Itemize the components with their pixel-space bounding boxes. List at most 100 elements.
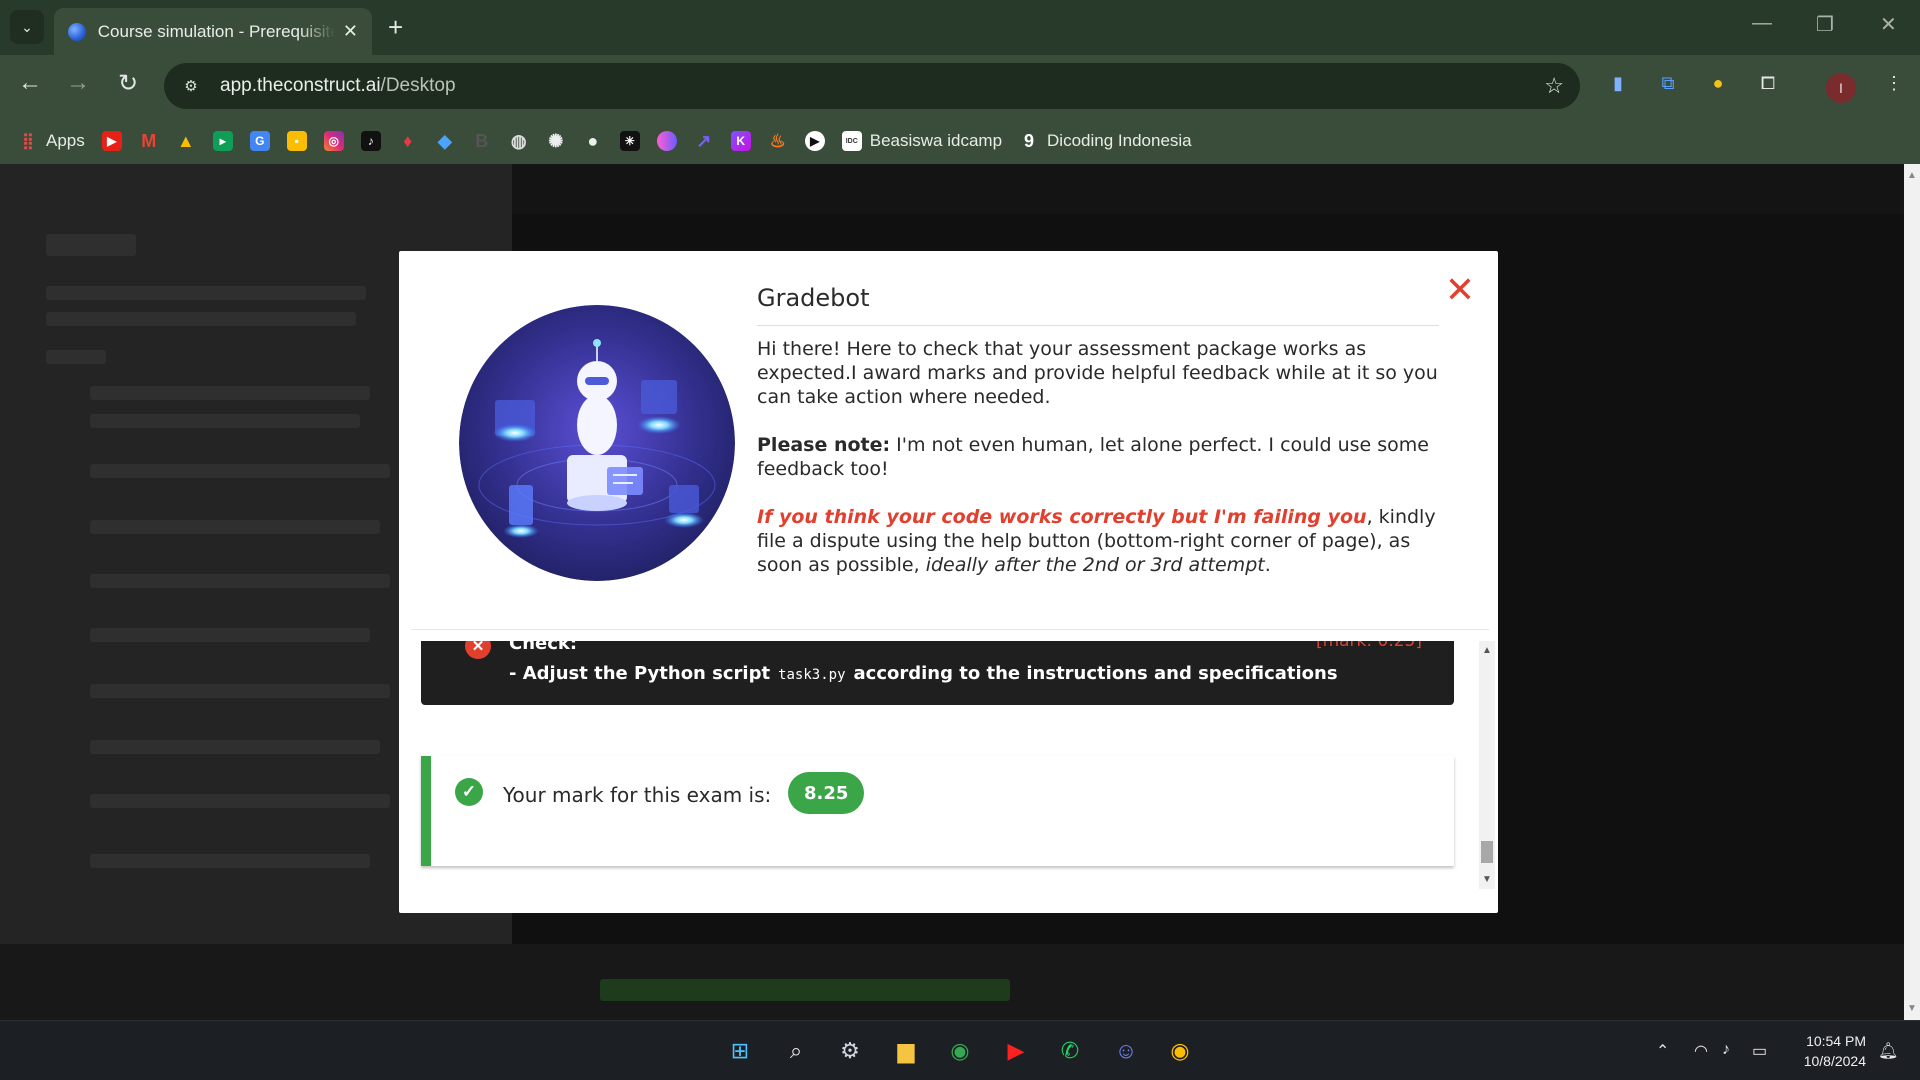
file-explorer-icon[interactable]: ▆ bbox=[888, 1033, 924, 1069]
bookmark-dicoding[interactable]: 9 Dicoding Indonesia bbox=[1019, 126, 1192, 156]
desktop-toolbar bbox=[512, 164, 1904, 214]
results-scrollbar[interactable]: ▲ ▼ bbox=[1479, 641, 1495, 889]
bookmark-gradient[interactable] bbox=[656, 126, 677, 156]
bookmark-dicoding-label: Dicoding Indonesia bbox=[1047, 131, 1192, 150]
blur-line bbox=[46, 286, 366, 300]
blur-line bbox=[90, 684, 390, 698]
blur-line bbox=[46, 350, 106, 364]
modal-close-icon[interactable]: ✕ bbox=[1442, 273, 1478, 309]
bookmark-meet[interactable]: ▸ bbox=[212, 126, 233, 156]
bookmark-perplexity[interactable]: ✳ bbox=[619, 126, 640, 156]
tiktok-icon: ♪ bbox=[360, 131, 381, 151]
meet-icon: ▸ bbox=[212, 131, 233, 151]
openai-icon: ✺ bbox=[548, 130, 564, 151]
clock-time: 10:54 PM bbox=[1806, 1033, 1866, 1049]
bookmark-gmail[interactable]: M bbox=[139, 126, 159, 156]
bookmark-globe[interactable]: ◍ bbox=[509, 126, 529, 156]
scroll-up-icon[interactable]: ▲ bbox=[1907, 170, 1917, 181]
volume-icon[interactable]: ♪ bbox=[1722, 1041, 1730, 1059]
gmail-icon: M bbox=[141, 130, 157, 151]
bookmark-drive[interactable]: ▲ bbox=[176, 126, 196, 156]
blur-line bbox=[90, 414, 360, 428]
bookmark-beasiswa[interactable]: IDC Beasiswa idcamp bbox=[841, 126, 1003, 156]
discord-icon[interactable]: ☺ bbox=[1108, 1033, 1144, 1069]
restore-icon[interactable]: ❐ bbox=[1816, 12, 1834, 37]
battery-icon[interactable]: ▭ bbox=[1752, 1041, 1767, 1061]
bookmark-heart[interactable]: ♦ bbox=[398, 126, 418, 156]
back-icon[interactable]: ← bbox=[14, 69, 46, 97]
dispute-paragraph: If you think your code works correctly b… bbox=[757, 505, 1447, 577]
kotlin-icon: K bbox=[730, 131, 751, 151]
windows-start-icon[interactable]: ⊞ bbox=[722, 1033, 758, 1069]
check-line-post: according to the instructions and specif… bbox=[853, 663, 1338, 684]
final-mark-card: ✓ Your mark for this exam is: 8.25 bbox=[421, 756, 1454, 866]
bookmark-play[interactable]: ▶ bbox=[804, 126, 825, 156]
extensions-puzzle-icon[interactable]: ⧠ bbox=[1754, 69, 1782, 97]
bookmark-apps[interactable]: ⣿ Apps bbox=[18, 126, 85, 156]
youtube-icon: ▶ bbox=[101, 131, 122, 151]
idea-extension-icon[interactable]: ● bbox=[1704, 69, 1732, 97]
globe-icon: ◍ bbox=[510, 130, 527, 151]
bookmark-github[interactable]: ● bbox=[583, 126, 603, 156]
chrome-icon[interactable]: ◉ bbox=[942, 1033, 978, 1069]
bookmark-star-icon[interactable]: ☆ bbox=[1544, 73, 1564, 99]
tray-chevron-icon[interactable]: ⌃ bbox=[1656, 1041, 1669, 1061]
results-scroll-area[interactable]: ✕ Check: [mark: 0.25] - Adjust the Pytho… bbox=[399, 641, 1498, 906]
reader-extension-icon[interactable]: ▮ bbox=[1604, 69, 1632, 97]
window-close-icon[interactable]: ✕ bbox=[1880, 12, 1897, 37]
reload-icon[interactable]: ↻ bbox=[112, 69, 144, 98]
heart-gem-icon: ♦ bbox=[403, 130, 413, 151]
url-path: /Desktop bbox=[380, 75, 456, 96]
clock-date: 10/8/2024 bbox=[1803, 1053, 1866, 1069]
bookmark-kotlin[interactable]: K bbox=[730, 126, 751, 156]
script-filename: task3.py bbox=[778, 667, 846, 683]
system-clock[interactable]: 10:54 PM 10/8/2024 bbox=[1790, 1031, 1866, 1071]
bookmarks-bar: ⣿ Apps ▶ M ▲ ▸ G ▪ ◎ ♪ ♦ ◆ B ◍ ✺ ● ✳ ↗ K… bbox=[0, 118, 1920, 164]
scroll-down-icon[interactable]: ▼ bbox=[1482, 874, 1492, 885]
fail-x-icon: ✕ bbox=[465, 641, 491, 659]
blur-line bbox=[90, 574, 390, 588]
chrome-profile-icon[interactable]: ◉ bbox=[1162, 1033, 1198, 1069]
screen-capture-extension-icon[interactable]: ⧉ bbox=[1654, 69, 1682, 97]
forward-icon[interactable]: → bbox=[62, 69, 94, 97]
minimize-icon[interactable]: — bbox=[1752, 12, 1772, 35]
site-info-icon[interactable]: ⚙ bbox=[176, 71, 206, 101]
whatsapp-icon[interactable]: ✆ bbox=[1052, 1033, 1088, 1069]
bookmark-tiktok[interactable]: ♪ bbox=[360, 126, 381, 156]
sparkle-icon: ✳ bbox=[619, 131, 640, 151]
bookmark-apps-label: Apps bbox=[46, 131, 85, 150]
tab-active[interactable]: Course simulation - Prerequisite ✕ bbox=[54, 8, 372, 55]
address-bar[interactable]: ⚙ app.theconstruct.ai/Desktop ☆ bbox=[164, 63, 1580, 109]
bookmark-youtube[interactable]: ▶ bbox=[101, 126, 122, 156]
bookmark-fire[interactable]: ♨ bbox=[768, 126, 788, 156]
bookmark-openai[interactable]: ✺ bbox=[546, 126, 566, 156]
blur-heading bbox=[46, 234, 136, 256]
check-description: - Adjust the Python script task3.py accord… bbox=[509, 663, 1338, 684]
tab-search-chevron-icon[interactable]: ⌄ bbox=[10, 10, 44, 44]
blur-line bbox=[90, 628, 370, 642]
bookmark-arrow[interactable]: ↗ bbox=[694, 126, 714, 156]
bookmark-beasiswa-label: Beasiswa idcamp bbox=[869, 131, 1003, 150]
profile-avatar[interactable]: I bbox=[1826, 73, 1856, 103]
search-icon[interactable]: ⌕ bbox=[778, 1033, 814, 1069]
notification-bell-icon[interactable]: 🔔︎ bbox=[1878, 1041, 1898, 1061]
scroll-down-icon[interactable]: ▼ bbox=[1907, 1003, 1917, 1014]
idcamp-icon: IDC bbox=[841, 131, 862, 151]
bookmark-instagram[interactable]: ◎ bbox=[323, 126, 344, 156]
scroll-thumb[interactable] bbox=[1481, 841, 1493, 863]
browser-menu-icon[interactable]: ⋮ bbox=[1880, 69, 1908, 97]
bookmark-keep[interactable]: ▪ bbox=[286, 126, 307, 156]
settings-icon[interactable]: ⚙ bbox=[832, 1033, 868, 1069]
page-scrollbar[interactable]: ▲ ▼ bbox=[1904, 164, 1920, 1020]
bookmark-translate[interactable]: G bbox=[249, 126, 270, 156]
youtube-taskbar-icon[interactable]: ▶ bbox=[998, 1033, 1034, 1069]
modal-title: Gradebot bbox=[757, 284, 870, 312]
bookmark-b[interactable]: B bbox=[472, 126, 492, 156]
scroll-up-icon[interactable]: ▲ bbox=[1482, 645, 1492, 656]
blur-line bbox=[90, 464, 390, 478]
tab-close-icon[interactable]: ✕ bbox=[343, 21, 358, 42]
bookmark-diamond[interactable]: ◆ bbox=[435, 126, 455, 156]
new-tab-button[interactable]: + bbox=[388, 12, 403, 42]
wifi-icon[interactable]: ◠ bbox=[1694, 1041, 1708, 1061]
tab-title: Course simulation - Prerequisite bbox=[97, 21, 335, 41]
